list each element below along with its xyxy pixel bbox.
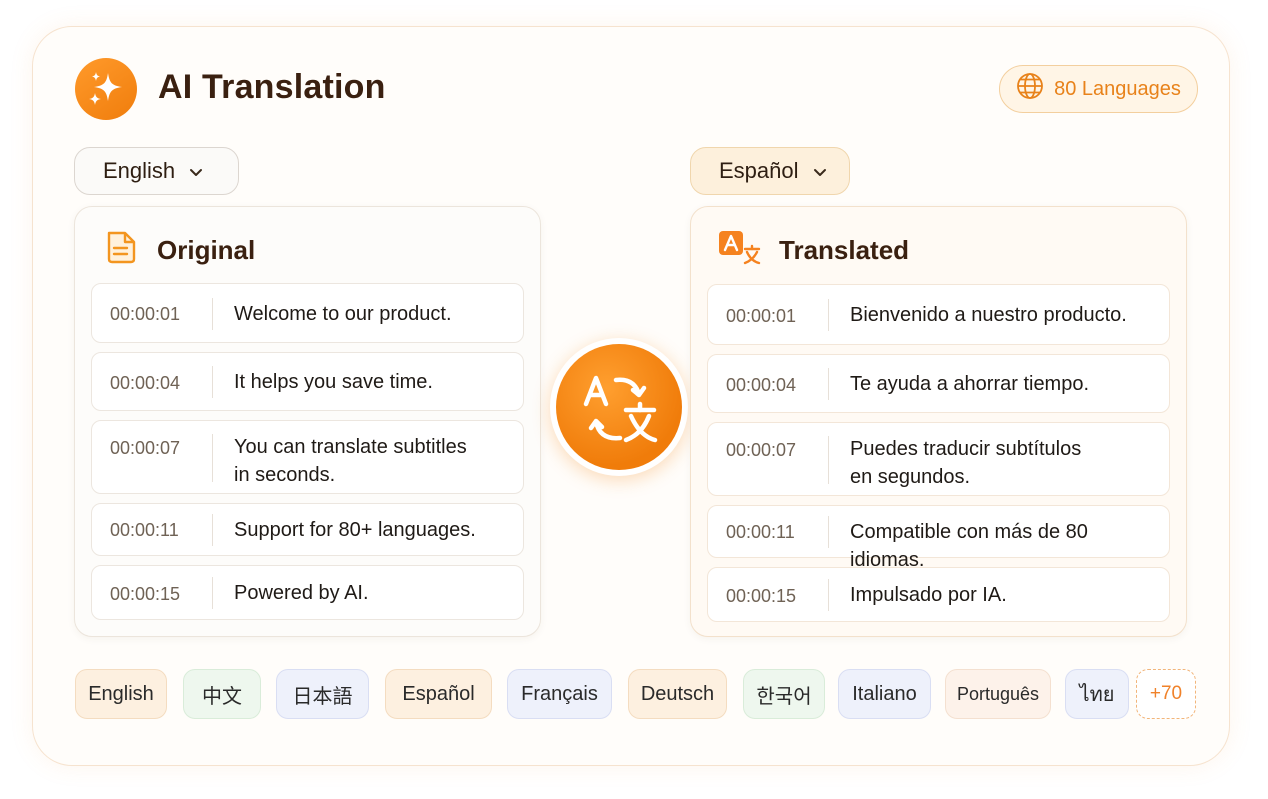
row-timestamp: 00:00:15 — [726, 586, 797, 606]
row-divider — [828, 516, 829, 548]
more-languages-chip[interactable]: +70 — [1136, 669, 1196, 719]
row-divider — [828, 436, 829, 484]
row-text: You can translate subtitles in seconds. — [234, 436, 467, 486]
translate-icon — [719, 229, 761, 272]
language-chip-korean[interactable]: 한국어 — [743, 669, 825, 719]
row-timestamp: 00:00:04 — [110, 373, 181, 393]
languages-badge[interactable]: 80 Languages — [999, 65, 1198, 113]
row-divider — [212, 514, 213, 546]
row-timestamp: 00:00:15 — [110, 584, 181, 604]
language-chip-portuguese[interactable]: Português — [945, 669, 1051, 719]
source-language-value: English — [103, 158, 176, 183]
row-text: Compatible con más de 80 idiomas. — [850, 521, 1088, 571]
row-divider — [212, 366, 213, 398]
original-panel-title: Original — [157, 235, 256, 265]
row-timestamp: 00:00:01 — [726, 306, 797, 326]
target-language-value: Español — [719, 158, 799, 183]
target-language-select[interactable]: Español — [690, 147, 850, 195]
row-timestamp: 00:00:07 — [726, 440, 797, 460]
globe-icon — [1016, 72, 1044, 106]
language-chip-french[interactable]: Français — [507, 669, 612, 719]
translated-panel-header: Translated — [719, 229, 909, 272]
row-divider — [828, 579, 829, 611]
sparkles-icon — [75, 58, 137, 120]
translate-button[interactable] — [550, 338, 688, 476]
original-panel: Original 00:00:01 Welcome to our product… — [74, 206, 541, 637]
translated-panel-title: Translated — [779, 235, 910, 265]
language-chip-japanese[interactable]: 日本語 — [276, 669, 369, 719]
row-text: Powered by AI. — [234, 582, 369, 604]
translate-swap-icon — [556, 344, 682, 470]
row-timestamp: 00:00:04 — [726, 375, 797, 395]
subtitle-row[interactable]: 00:00:11 Support for 80+ languages. — [91, 503, 524, 556]
chevron-down-icon — [813, 158, 827, 184]
row-divider — [828, 299, 829, 331]
row-text: Bienvenido a nuestro producto. — [850, 304, 1127, 326]
subtitle-row[interactable]: 00:00:15 Powered by AI. — [91, 565, 524, 620]
row-text: Impulsado por IA. — [850, 584, 1007, 606]
row-timestamp: 00:00:11 — [726, 522, 795, 542]
subtitle-row[interactable]: 00:00:01 Welcome to our product. — [91, 283, 524, 343]
row-divider — [212, 298, 213, 330]
subtitle-row[interactable]: 00:00:04 Te ayuda a ahorrar tiempo. — [707, 354, 1170, 413]
row-divider — [212, 577, 213, 609]
document-icon — [103, 229, 139, 272]
row-text: Welcome to our product. — [234, 303, 452, 325]
chevron-down-icon — [189, 158, 203, 184]
language-chip-chinese[interactable]: 中文 — [183, 669, 261, 719]
subtitle-row[interactable]: 00:00:07 Puedes traducir subtítulos en s… — [707, 422, 1170, 496]
language-chip-italian[interactable]: Italiano — [838, 669, 931, 719]
subtitle-row[interactable]: 00:00:07 You can translate subtitles in … — [91, 420, 524, 494]
page-title: AI Translation — [158, 68, 386, 106]
languages-badge-label: 80 Languages — [1054, 77, 1181, 100]
row-text: Support for 80+ languages. — [234, 519, 476, 541]
row-divider — [212, 434, 213, 482]
language-chip-english[interactable]: English — [75, 669, 167, 719]
row-divider — [828, 368, 829, 400]
row-timestamp: 00:00:11 — [110, 520, 179, 540]
row-timestamp: 00:00:01 — [110, 304, 181, 324]
row-timestamp: 00:00:07 — [110, 438, 181, 458]
row-text: Puedes traducir subtítulos en segundos. — [850, 438, 1082, 488]
subtitle-row[interactable]: 00:00:04 It helps you save time. — [91, 352, 524, 411]
language-chip-thai[interactable]: ไทย — [1065, 669, 1129, 719]
language-chip-spanish[interactable]: Español — [385, 669, 492, 719]
translated-panel: Translated 00:00:01 Bienvenido a nuestro… — [690, 206, 1187, 637]
subtitle-row[interactable]: 00:00:15 Impulsado por IA. — [707, 567, 1170, 622]
source-language-select[interactable]: English — [74, 147, 239, 195]
language-chip-german[interactable]: Deutsch — [628, 669, 727, 719]
row-text: Te ayuda a ahorrar tiempo. — [850, 373, 1090, 395]
original-panel-header: Original — [103, 229, 255, 272]
subtitle-row[interactable]: 00:00:11 Compatible con más de 80 idioma… — [707, 505, 1170, 571]
row-text: It helps you save time. — [234, 371, 433, 393]
subtitle-row[interactable]: 00:00:01 Bienvenido a nuestro producto. — [707, 284, 1170, 345]
